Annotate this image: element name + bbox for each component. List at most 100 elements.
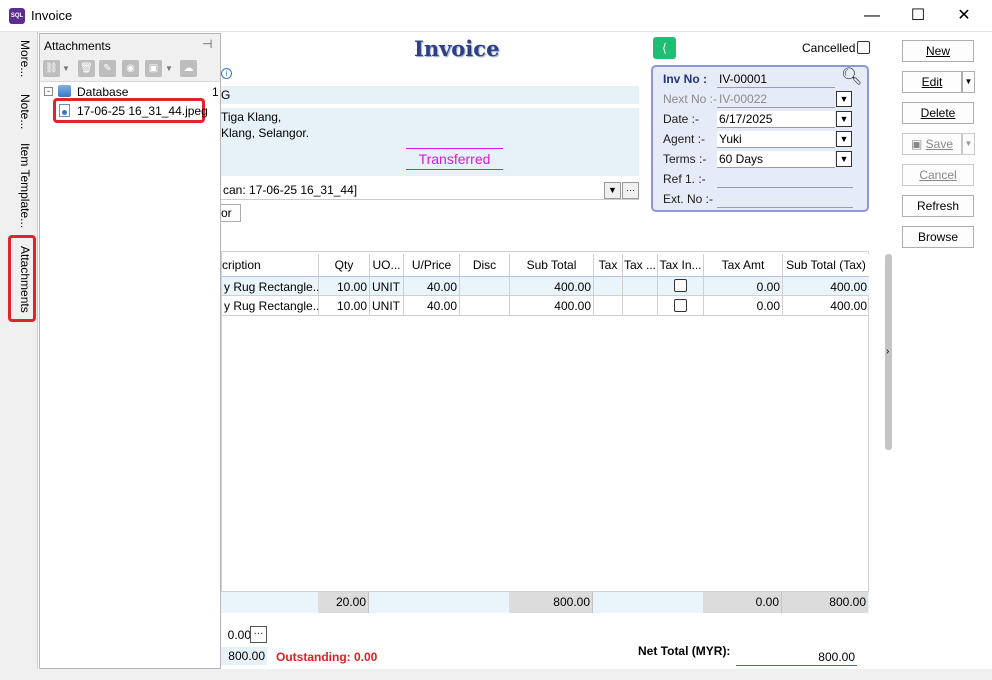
cell-qty[interactable]: 10.00 — [319, 276, 370, 296]
col-subtotal-tax[interactable]: Sub Total (Tax) — [783, 254, 869, 276]
cell-description[interactable]: y Rug Rectangle... — [222, 296, 319, 316]
attachments-toolbar: ⛓ ▼ 🗑 ✎ ◉ ▣ ▼ ☁ — [40, 56, 220, 82]
chevron-down-icon[interactable]: ▼ — [836, 131, 852, 147]
cloud-upload-icon[interactable]: ☁ — [180, 60, 197, 77]
cell-tax-amt[interactable]: 0.00 — [704, 296, 783, 316]
cell-disc[interactable] — [460, 276, 510, 296]
delete-button[interactable]: Delete — [902, 102, 974, 124]
search-icon[interactable]: 🔍︎ — [841, 67, 863, 87]
net-total-label: Net Total (MYR): — [638, 644, 731, 658]
cell-tax-rate[interactable] — [623, 276, 658, 296]
summary-subtotal: 800.00 — [509, 592, 593, 613]
col-tax-amt[interactable]: Tax Amt — [704, 254, 783, 276]
attachment-file-item[interactable]: 17-06-25 16_31_44.jpeg — [77, 104, 208, 118]
col-tax-inclusive[interactable]: Tax In... — [658, 254, 704, 276]
date-field[interactable]: 6/17/2025 — [717, 111, 835, 128]
col-tax[interactable]: Tax — [594, 254, 623, 276]
maximize-button[interactable]: ☐ — [895, 0, 941, 32]
ext-no-field[interactable] — [717, 191, 853, 208]
ext-no-label: Ext. No :- — [663, 192, 714, 206]
delete-label: Delete — [920, 106, 956, 120]
new-button[interactable]: New — [902, 40, 974, 62]
col-uprice[interactable]: U/Price — [404, 254, 460, 276]
or-button[interactable]: or — [221, 204, 241, 222]
view-icon[interactable]: ◉ — [122, 60, 139, 77]
col-qty[interactable]: Qty — [319, 254, 370, 276]
new-label: New — [925, 44, 950, 58]
cell-uom[interactable]: UNIT — [370, 296, 404, 316]
cell-uprice[interactable]: 40.00 — [404, 296, 460, 316]
col-description[interactable]: cription — [222, 254, 319, 276]
ref-label: Ref 1. :- — [663, 172, 706, 186]
tab-more[interactable]: More... — [8, 40, 32, 77]
page-title: Invoice — [414, 36, 500, 61]
next-no-label: Next No :- — [663, 92, 718, 106]
minimize-button[interactable]: — — [849, 0, 895, 32]
more-icon[interactable]: ··· — [250, 626, 267, 643]
inv-no-field[interactable]: IV-00001 — [717, 71, 835, 88]
address-line-1: Tiga Klang, — [221, 110, 282, 124]
col-tax-rate[interactable]: Tax ... — [623, 254, 658, 276]
more-icon[interactable]: ··· — [622, 182, 639, 199]
summary-subtotal-tax: 800.00 — [782, 592, 868, 613]
cell-subtotal[interactable]: 400.00 — [510, 276, 594, 296]
info-icon[interactable]: i — [221, 68, 232, 79]
ref-field[interactable] — [717, 171, 853, 188]
net-total-value: 800.00 — [736, 648, 857, 666]
save-icon[interactable]: ▣ — [145, 60, 162, 77]
cell-subtotal-tax[interactable]: 400.00 — [783, 296, 869, 316]
agent-field[interactable]: Yuki — [717, 131, 835, 148]
window-title: Invoice — [31, 8, 73, 23]
save-button[interactable]: ▣ Save — [902, 133, 962, 155]
edit-button[interactable]: Edit — [902, 71, 962, 93]
tree-root-label[interactable]: Database — [77, 85, 128, 99]
cell-subtotal-tax[interactable]: 400.00 — [783, 276, 869, 296]
inv-no-label: Inv No : — [663, 72, 707, 86]
tab-note[interactable]: Note... — [8, 94, 32, 129]
discount-value[interactable]: 0.00 — [221, 628, 251, 642]
col-uom[interactable]: UO... — [370, 254, 404, 276]
chevron-down-icon[interactable]: ▼ — [836, 91, 852, 107]
cell-uom[interactable]: UNIT — [370, 276, 404, 296]
share-icon[interactable]: ⟨ — [653, 37, 676, 59]
cell-tax-amt[interactable]: 0.00 — [704, 276, 783, 296]
chevron-down-icon[interactable]: ▼ — [836, 151, 852, 167]
cell-subtotal[interactable]: 400.00 — [510, 296, 594, 316]
pin-icon[interactable]: ⊣ — [202, 37, 212, 51]
edit-dropdown[interactable]: ▼ — [962, 71, 975, 93]
cell-tax[interactable] — [594, 296, 623, 316]
chevron-down-icon[interactable]: ▼ — [165, 64, 173, 73]
cell-description[interactable]: y Rug Rectangle... — [222, 276, 319, 296]
save-dropdown[interactable]: ▼ — [962, 133, 975, 155]
browse-button[interactable]: Browse — [902, 226, 974, 248]
cell-disc[interactable] — [460, 296, 510, 316]
terms-field[interactable]: 60 Days — [717, 151, 835, 168]
cancelled-checkbox[interactable] — [857, 41, 870, 54]
delete-icon[interactable]: 🗑 — [78, 60, 95, 77]
agent-label: Agent :- — [663, 132, 706, 146]
tax-inclusive-checkbox[interactable] — [674, 279, 687, 292]
terms-label: Terms :- — [663, 152, 707, 166]
tax-inclusive-checkbox[interactable] — [674, 299, 687, 312]
chevron-right-icon[interactable]: › — [886, 346, 889, 357]
cancel-button[interactable]: Cancel — [902, 164, 974, 186]
chevron-down-icon[interactable]: ▼ — [62, 64, 70, 73]
col-disc[interactable]: Disc — [460, 254, 510, 276]
cell-qty[interactable]: 10.00 — [319, 296, 370, 316]
tab-item-template[interactable]: Item Template... — [8, 143, 32, 228]
company-name: G — [221, 88, 231, 102]
refresh-button[interactable]: Refresh — [902, 195, 974, 217]
chevron-down-icon[interactable]: ▼ — [836, 111, 852, 127]
company-field[interactable] — [221, 86, 639, 104]
bottom-edge — [0, 669, 992, 680]
link-icon[interactable]: ⛓ — [43, 60, 60, 77]
collapse-icon[interactable]: - — [44, 87, 53, 96]
col-subtotal[interactable]: Sub Total — [510, 254, 594, 276]
cell-tax[interactable] — [594, 276, 623, 296]
edit-icon[interactable]: ✎ — [99, 60, 116, 77]
outstanding-amount: Outstanding: 0.00 — [276, 650, 378, 664]
chevron-down-icon[interactable]: ▼ — [604, 182, 621, 199]
cell-tax-rate[interactable] — [623, 296, 658, 316]
close-button[interactable]: ✕ — [941, 0, 987, 32]
cell-uprice[interactable]: 40.00 — [404, 276, 460, 296]
